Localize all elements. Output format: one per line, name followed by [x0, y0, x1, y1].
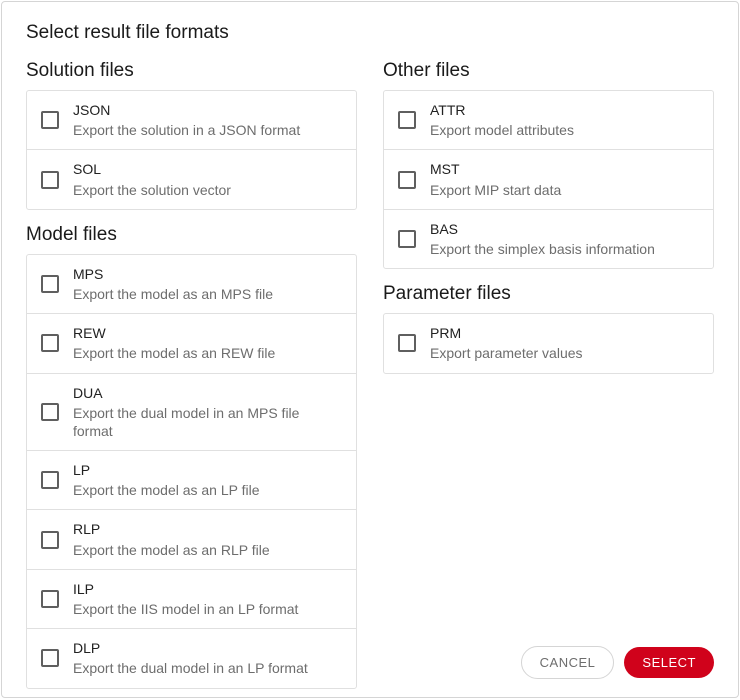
right-column: Other files ATTR Export model attributes…: [383, 60, 714, 689]
checkbox-icon[interactable]: [41, 171, 59, 189]
option-text: JSON Export the solution in a JSON forma…: [73, 101, 300, 139]
option-text: LP Export the model as an LP file: [73, 461, 260, 499]
option-text: PRM Export parameter values: [430, 324, 583, 362]
option-text: MST Export MIP start data: [430, 160, 561, 198]
option-title: ATTR: [430, 101, 574, 119]
option-prm[interactable]: PRM Export parameter values: [384, 314, 713, 372]
columns: Solution files JSON Export the solution …: [26, 60, 714, 689]
checkbox-icon[interactable]: [398, 171, 416, 189]
checkbox-icon[interactable]: [41, 531, 59, 549]
option-text: DUA Export the dual model in an MPS file…: [73, 384, 342, 441]
section-title-parameter: Parameter files: [383, 283, 714, 305]
option-list-other: ATTR Export model attributes MST Export …: [383, 90, 714, 269]
option-title: DUA: [73, 384, 342, 402]
option-text: REW Export the model as an REW file: [73, 324, 275, 362]
option-title: JSON: [73, 101, 300, 119]
option-desc: Export the model as an RLP file: [73, 541, 270, 559]
option-sol[interactable]: SOL Export the solution vector: [27, 149, 356, 208]
checkbox-icon[interactable]: [398, 111, 416, 129]
dialog-footer: CANCEL SELECT: [521, 646, 714, 679]
option-desc: Export the model as an REW file: [73, 344, 275, 362]
option-text: RLP Export the model as an RLP file: [73, 520, 270, 558]
select-button[interactable]: SELECT: [624, 647, 714, 678]
checkbox-icon[interactable]: [41, 590, 59, 608]
option-text: DLP Export the dual model in an LP forma…: [73, 639, 308, 677]
checkbox-icon[interactable]: [398, 334, 416, 352]
option-text: ILP Export the IIS model in an LP format: [73, 580, 298, 618]
option-title: REW: [73, 324, 275, 342]
option-desc: Export the model as an LP file: [73, 481, 260, 499]
checkbox-icon[interactable]: [41, 649, 59, 667]
option-desc: Export MIP start data: [430, 181, 561, 199]
option-text: MPS Export the model as an MPS file: [73, 265, 273, 303]
option-dua[interactable]: DUA Export the dual model in an MPS file…: [27, 373, 356, 451]
option-list-solution: JSON Export the solution in a JSON forma…: [26, 90, 357, 210]
option-bas[interactable]: BAS Export the simplex basis information: [384, 209, 713, 268]
option-title: DLP: [73, 639, 308, 657]
option-desc: Export the dual model in an LP format: [73, 659, 308, 677]
option-text: SOL Export the solution vector: [73, 160, 231, 198]
option-lp[interactable]: LP Export the model as an LP file: [27, 450, 356, 509]
checkbox-icon[interactable]: [41, 471, 59, 489]
option-desc: Export the model as an MPS file: [73, 285, 273, 303]
option-title: MST: [430, 160, 561, 178]
option-title: MPS: [73, 265, 273, 283]
option-desc: Export the simplex basis information: [430, 240, 655, 258]
option-title: BAS: [430, 220, 655, 238]
section-title-other: Other files: [383, 60, 714, 82]
option-dlp[interactable]: DLP Export the dual model in an LP forma…: [27, 628, 356, 687]
checkbox-icon[interactable]: [41, 334, 59, 352]
option-title: ILP: [73, 580, 298, 598]
option-rlp[interactable]: RLP Export the model as an RLP file: [27, 509, 356, 568]
checkbox-icon[interactable]: [41, 403, 59, 421]
section-title-model: Model files: [26, 224, 357, 246]
checkbox-icon[interactable]: [41, 275, 59, 293]
option-desc: Export parameter values: [430, 344, 583, 362]
option-list-model: MPS Export the model as an MPS file REW …: [26, 254, 357, 689]
option-desc: Export the IIS model in an LP format: [73, 600, 298, 618]
option-list-parameter: PRM Export parameter values: [383, 313, 714, 373]
option-title: LP: [73, 461, 260, 479]
option-ilp[interactable]: ILP Export the IIS model in an LP format: [27, 569, 356, 628]
option-text: BAS Export the simplex basis information: [430, 220, 655, 258]
option-title: SOL: [73, 160, 231, 178]
option-rew[interactable]: REW Export the model as an REW file: [27, 313, 356, 372]
checkbox-icon[interactable]: [41, 111, 59, 129]
cancel-button[interactable]: CANCEL: [521, 646, 615, 679]
checkbox-icon[interactable]: [398, 230, 416, 248]
option-desc: Export the solution vector: [73, 181, 231, 199]
option-desc: Export the solution in a JSON format: [73, 121, 300, 139]
file-format-dialog: Select result file formats Solution file…: [1, 1, 739, 698]
option-mst[interactable]: MST Export MIP start data: [384, 149, 713, 208]
option-text: ATTR Export model attributes: [430, 101, 574, 139]
option-desc: Export the dual model in an MPS file for…: [73, 404, 342, 440]
option-mps[interactable]: MPS Export the model as an MPS file: [27, 255, 356, 313]
option-title: PRM: [430, 324, 583, 342]
left-column: Solution files JSON Export the solution …: [26, 60, 357, 689]
dialog-title: Select result file formats: [26, 22, 714, 44]
section-title-solution: Solution files: [26, 60, 357, 82]
option-json[interactable]: JSON Export the solution in a JSON forma…: [27, 91, 356, 149]
option-title: RLP: [73, 520, 270, 538]
option-attr[interactable]: ATTR Export model attributes: [384, 91, 713, 149]
option-desc: Export model attributes: [430, 121, 574, 139]
